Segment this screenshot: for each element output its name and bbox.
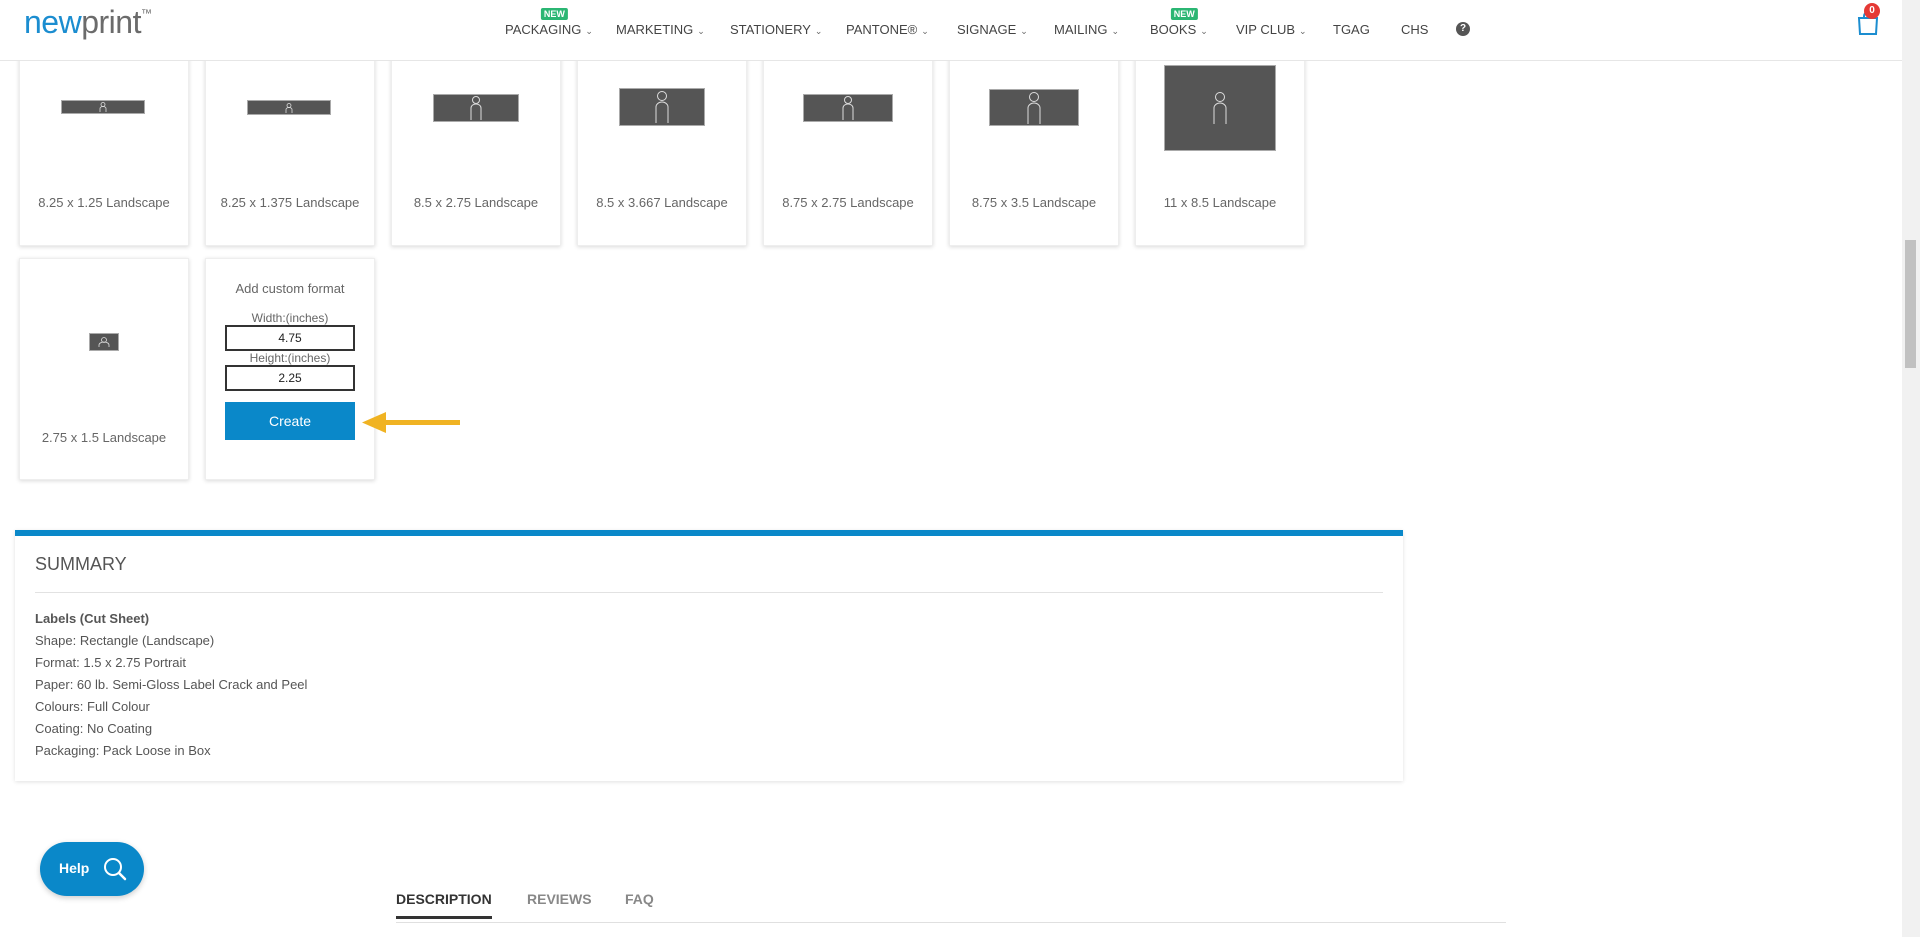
nav-pantone[interactable]: PANTONE® ⌄ [846, 22, 929, 37]
summary-line: Packaging: Pack Loose in Box [35, 743, 211, 758]
summary-title: SUMMARY [35, 554, 127, 574]
format-label: 8.25 x 1.375 Landscape [220, 195, 360, 210]
help-label: Help [59, 860, 90, 876]
person-icon [98, 337, 110, 347]
format-preview [61, 100, 145, 114]
pointer-arrow-icon [362, 412, 460, 433]
format-preview [433, 94, 519, 122]
height-input[interactable]: 2.25 [225, 365, 355, 391]
nav-signage[interactable]: SIGNAGE ⌄ [957, 22, 1028, 37]
nav-books[interactable]: NEW BOOKS ⌄ [1150, 8, 1208, 37]
chevron-down-icon: ⌄ [697, 26, 705, 36]
format-preview [619, 88, 705, 126]
summary-line: Colours: Full Colour [35, 699, 150, 714]
nav-stationery[interactable]: STATIONERY ⌄ [730, 22, 822, 37]
nav-label: BOOKS [1150, 22, 1197, 37]
nav-label: MARKETING [616, 22, 694, 37]
nav-label: PACKAGING [505, 22, 582, 37]
chevron-down-icon: ⌄ [1299, 26, 1307, 36]
summary-product: Labels (Cut Sheet) [35, 611, 150, 626]
chevron-down-icon: ⌄ [814, 26, 823, 36]
format-label: 8.5 x 2.75 Landscape [413, 195, 539, 210]
newprint-logo[interactable]: newprint™ [24, 4, 152, 41]
format-preview [1164, 65, 1276, 151]
nav-label: STATIONERY [730, 22, 811, 37]
logo-part-print: print [81, 4, 141, 40]
summary-line: Shape: Rectangle (Landscape) [35, 633, 215, 648]
page-scrollbar[interactable] [1902, 0, 1920, 937]
format-label: 8.25 x 1.25 Landscape [38, 195, 170, 210]
format-label: 8.75 x 3.5 Landscape [971, 195, 1097, 210]
nav-label: TGAG [1333, 22, 1370, 37]
summary-lines: Labels (Cut Sheet) Shape: Rectangle (Lan… [35, 608, 307, 762]
format-preview [247, 100, 331, 115]
nav-marketing[interactable]: MARKETING ⌄ [616, 22, 705, 37]
nav-label: CHS [1401, 22, 1429, 37]
tab-faq[interactable]: FAQ [625, 891, 654, 907]
format-label: 8.75 x 2.75 Landscape [782, 195, 914, 210]
nav-label: MAILING [1054, 22, 1108, 37]
chevron-down-icon: ⌄ [1111, 26, 1120, 36]
width-input[interactable]: 4.75 [225, 325, 355, 351]
nav-chs[interactable]: CHS [1401, 22, 1428, 37]
summary-divider [35, 592, 1383, 593]
format-card[interactable]: 8.25 x 1.375 Landscape [205, 48, 375, 246]
search-icon [104, 858, 127, 881]
nav-vip-club[interactable]: VIP CLUB ⌄ [1236, 22, 1307, 37]
format-preview [803, 94, 893, 122]
format-preview [989, 89, 1079, 126]
format-card[interactable]: 2.75 x 1.5 Landscape [19, 258, 189, 480]
cart-count-badge: 0 [1864, 3, 1880, 19]
person-icon [1213, 92, 1227, 124]
question-circle-icon[interactable]: ? [1456, 22, 1470, 36]
format-label: 11 x 8.5 Landscape [1163, 195, 1277, 210]
person-icon [99, 102, 107, 112]
site-header: newprint™ NEW PACKAGING ⌄ MARKETING ⌄ STAT… [0, 0, 1902, 61]
format-card[interactable]: 8.75 x 2.75 Landscape [763, 48, 933, 246]
help-button[interactable]: Help [40, 842, 144, 896]
nav-label: SIGNAGE [957, 22, 1017, 37]
tab-description[interactable]: DESCRIPTION [396, 891, 492, 919]
scrollbar-thumb[interactable] [1905, 240, 1916, 368]
summary-panel: SUMMARY Labels (Cut Sheet) Shape: Rectan… [15, 530, 1403, 781]
height-label: Height:(inches) [249, 351, 331, 365]
person-icon [285, 102, 293, 113]
nav-packaging[interactable]: NEW PACKAGING ⌄ [505, 8, 593, 37]
tab-reviews[interactable]: REVIEWS [527, 891, 592, 907]
create-button[interactable]: Create [225, 402, 355, 440]
new-badge: NEW [540, 8, 568, 20]
format-card[interactable]: 8.75 x 3.5 Landscape [949, 48, 1119, 246]
chevron-down-icon: ⌄ [585, 26, 593, 36]
chevron-down-icon: ⌄ [1020, 26, 1028, 36]
format-label: 2.75 x 1.5 Landscape [41, 430, 167, 445]
logo-trademark: ™ [140, 8, 152, 20]
summary-line: Coating: No Coating [35, 721, 153, 736]
product-tabs: DESCRIPTION REVIEWS FAQ [396, 880, 1506, 923]
chevron-down-icon: ⌄ [1200, 26, 1208, 36]
chevron-down-icon: ⌄ [921, 26, 929, 36]
person-icon [1027, 91, 1041, 124]
summary-line: Paper: 60 lb. Semi-Gloss Label Crack and… [35, 677, 308, 692]
format-label: 8.5 x 3.667 Landscape [596, 195, 728, 210]
logo-part-new: new [24, 4, 82, 40]
person-icon [842, 96, 854, 120]
summary-line: Format: 1.5 x 2.75 Portrait [35, 655, 187, 670]
nav-label: VIP CLUB [1236, 22, 1296, 37]
format-card[interactable]: 11 x 8.5 Landscape [1135, 48, 1305, 246]
nav-label: PANTONE® [846, 22, 918, 37]
new-badge: NEW [1170, 8, 1198, 20]
format-preview [89, 333, 119, 351]
person-icon [655, 91, 669, 123]
custom-format-title: Add custom format [235, 281, 345, 296]
width-label: Width:(inches) [251, 311, 329, 325]
person-icon [470, 96, 482, 120]
custom-format-card: Add custom format Width:(inches) 4.75 He… [205, 258, 375, 480]
format-card[interactable]: 8.25 x 1.25 Landscape [19, 48, 189, 246]
format-card[interactable]: 8.5 x 3.667 Landscape [577, 48, 747, 246]
nav-mailing[interactable]: MAILING ⌄ [1054, 22, 1119, 37]
nav-tgag[interactable]: TGAG [1333, 22, 1370, 37]
format-card[interactable]: 8.5 x 2.75 Landscape [391, 48, 561, 246]
